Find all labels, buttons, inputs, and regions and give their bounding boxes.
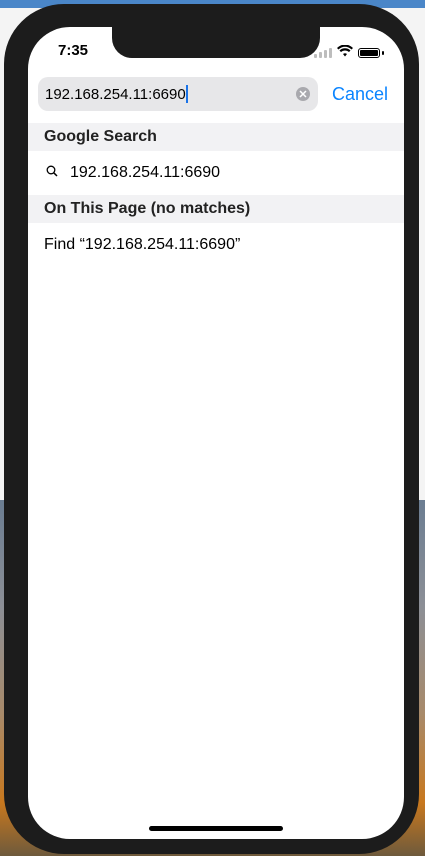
home-indicator[interactable]: [149, 826, 283, 831]
wifi-icon: [337, 44, 353, 62]
battery-cap: [382, 51, 384, 55]
search-input-wrap[interactable]: 192.168.254.11:6690: [45, 85, 296, 103]
notch: [112, 27, 320, 58]
cancel-button[interactable]: Cancel: [332, 84, 388, 105]
search-bar[interactable]: 192.168.254.11:6690: [38, 77, 318, 111]
section-header-on-this-page: On This Page (no matches): [28, 195, 404, 223]
section-header-google-search: Google Search: [28, 123, 404, 151]
signal-icon: [314, 48, 332, 58]
battery-icon: [358, 48, 380, 58]
phone-screen: 7:35 192.168.254.11:6690 Cancel Google S…: [28, 27, 404, 839]
clear-x-icon[interactable]: [296, 87, 310, 101]
magnifier-icon: [46, 164, 58, 182]
status-time: 7:35: [58, 42, 89, 59]
status-icons: [314, 44, 384, 62]
google-suggestion-text: 192.168.254.11:6690: [70, 164, 221, 181]
text-caret: [185, 85, 188, 103]
search-input[interactable]: 192.168.254.11:6690: [45, 86, 186, 103]
google-suggestion-row[interactable]: 192.168.254.11:6690: [28, 151, 404, 195]
find-on-page-row[interactable]: Find “192.168.254.11:6690”: [28, 223, 404, 267]
phone-frame: 7:35 192.168.254.11:6690 Cancel Google S…: [4, 4, 419, 854]
find-on-page-text: Find “192.168.254.11:6690”: [44, 236, 241, 253]
